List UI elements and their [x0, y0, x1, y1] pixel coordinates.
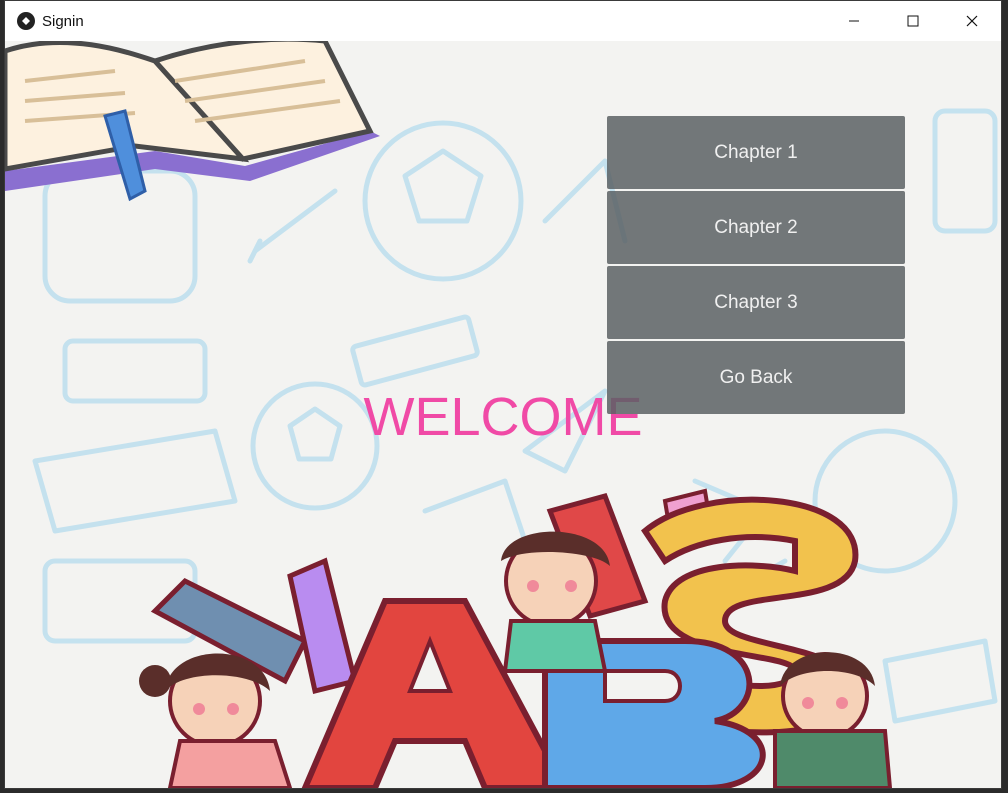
- app-logo-icon: [17, 12, 35, 30]
- maximize-icon: [907, 15, 918, 27]
- chapter-2-button[interactable]: Chapter 2: [607, 191, 905, 264]
- go-back-button[interactable]: Go Back: [607, 341, 905, 414]
- minimize-icon: [848, 20, 859, 22]
- chapter-3-button[interactable]: Chapter 3: [607, 266, 905, 339]
- window-controls: [824, 1, 1001, 41]
- app-window: Signin WELCOME Chapter 1 Chapter 2 Chapt…: [4, 0, 1002, 789]
- close-button[interactable]: [942, 1, 1001, 41]
- chapter-menu: Chapter 1 Chapter 2 Chapter 3 Go Back: [607, 116, 905, 416]
- chapter-1-button[interactable]: Chapter 1: [607, 116, 905, 189]
- close-icon: [966, 15, 977, 27]
- minimize-button[interactable]: [824, 1, 883, 41]
- maximize-button[interactable]: [883, 1, 942, 41]
- window-title: Signin: [42, 12, 84, 30]
- main-content: WELCOME Chapter 1 Chapter 2 Chapter 3 Go…: [5, 41, 1001, 788]
- title-bar[interactable]: Signin: [5, 1, 1001, 41]
